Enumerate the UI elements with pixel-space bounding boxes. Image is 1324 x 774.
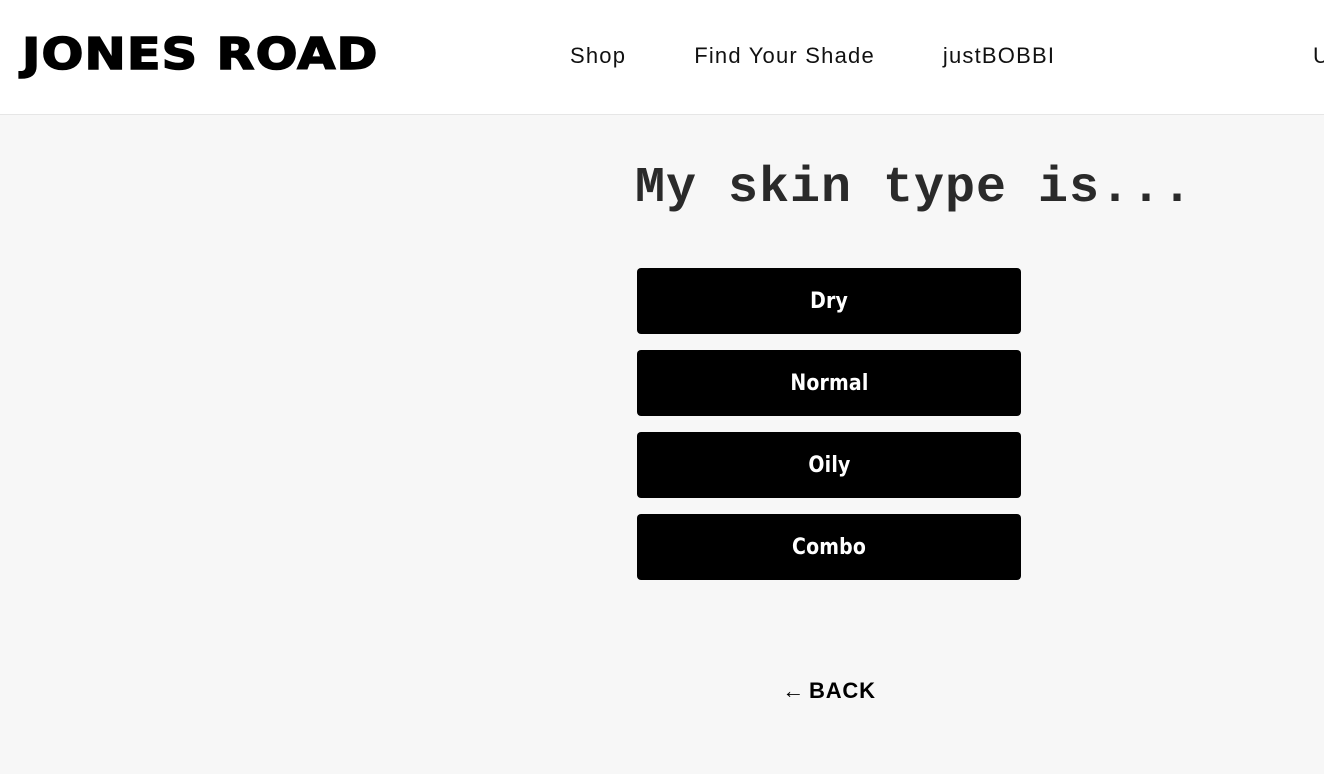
main-nav: Shop Find Your Shade justBOBBI	[570, 42, 1055, 70]
arrow-left-icon: ←	[782, 678, 806, 703]
option-dry-button[interactable]: Dry	[637, 268, 1021, 334]
nav-link-shop[interactable]: Shop	[570, 42, 626, 70]
back-button[interactable]: ← BACK	[637, 676, 1021, 706]
nav-link-find-your-shade[interactable]: Find Your Shade	[694, 42, 875, 70]
quiz-question: My skin type is...	[634, 160, 1194, 217]
option-combo-button[interactable]: Combo	[637, 514, 1021, 580]
site-header: JONES ROAD Shop Find Your Shade justBOBB…	[0, 0, 1324, 115]
header-right-link-partial[interactable]: U	[1313, 42, 1324, 70]
nav-link-justbobbi[interactable]: justBOBBI	[943, 42, 1055, 70]
option-label: Dry	[810, 288, 848, 314]
option-label: Oily	[807, 452, 851, 478]
option-label: Combo	[791, 534, 866, 560]
option-normal-button[interactable]: Normal	[637, 350, 1021, 416]
brand-logo[interactable]: JONES ROAD	[21, 29, 379, 81]
back-label: BACK	[809, 678, 876, 703]
option-label: Normal	[789, 370, 869, 396]
option-oily-button[interactable]: Oily	[637, 432, 1021, 498]
skin-type-options: Dry Normal Oily Combo	[637, 268, 1021, 580]
